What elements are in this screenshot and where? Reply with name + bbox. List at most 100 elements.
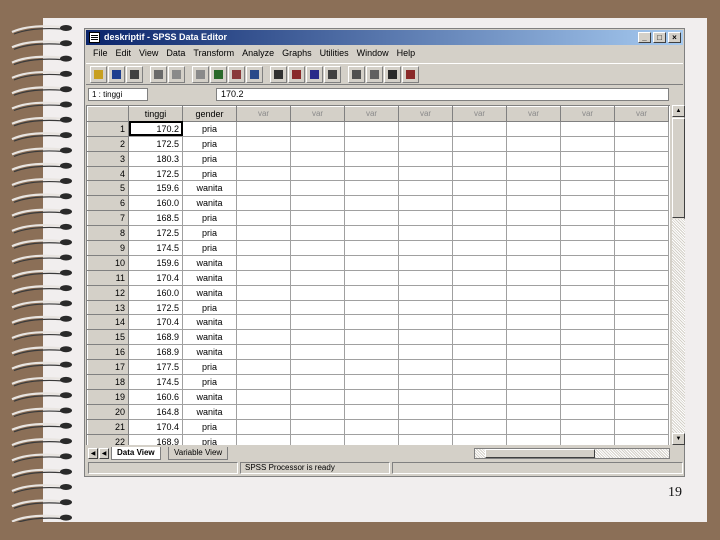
split-file-button[interactable] [324, 65, 341, 83]
cell-empty[interactable] [506, 135, 561, 152]
cell-tinggi[interactable]: 170.4 [128, 314, 183, 331]
cell-empty[interactable] [560, 240, 615, 256]
cell-empty[interactable] [506, 433, 561, 445]
column-header-var[interactable]: var [236, 106, 291, 122]
cell-empty[interactable] [236, 403, 291, 420]
cell-empty[interactable] [290, 240, 345, 256]
cell-empty[interactable] [506, 120, 561, 137]
cell-empty[interactable] [506, 388, 561, 405]
menu-data[interactable]: Data [162, 46, 189, 61]
row-number[interactable]: 9 [87, 240, 129, 256]
cell-tinggi[interactable]: 174.5 [128, 374, 183, 390]
cell-empty[interactable] [344, 314, 399, 331]
cell-empty[interactable] [236, 240, 291, 256]
cell-empty[interactable] [398, 329, 453, 346]
cell-empty[interactable] [398, 165, 453, 182]
cell-tinggi[interactable]: 159.6 [128, 180, 183, 197]
cell-empty[interactable] [398, 388, 453, 405]
cell-empty[interactable] [452, 403, 507, 420]
menu-help[interactable]: Help [393, 46, 420, 61]
cell-empty[interactable] [290, 120, 345, 137]
cell-empty[interactable] [506, 344, 561, 361]
cell-empty[interactable] [398, 418, 453, 435]
cell-gender[interactable]: pria [182, 240, 237, 256]
cell-empty[interactable] [506, 403, 561, 420]
cell-tinggi[interactable]: 180.3 [128, 150, 183, 167]
cell-gender[interactable]: pria [182, 210, 237, 227]
cell-gender[interactable]: pria [182, 150, 237, 167]
column-header-var[interactable]: var [560, 106, 615, 122]
cell-empty[interactable] [560, 344, 615, 361]
cell-gender[interactable]: pria [182, 299, 237, 316]
cell-gender[interactable]: wanita [182, 344, 237, 361]
cell-value-input[interactable]: 170.2 [216, 88, 669, 101]
cell-empty[interactable] [452, 195, 507, 212]
cell-tinggi[interactable]: 160.6 [128, 388, 183, 405]
cell-empty[interactable] [506, 254, 561, 271]
cell-empty[interactable] [290, 359, 345, 376]
cell-empty[interactable] [344, 210, 399, 227]
cell-empty[interactable] [290, 254, 345, 271]
cell-empty[interactable] [290, 180, 345, 197]
cell-empty[interactable] [344, 195, 399, 212]
cell-empty[interactable] [290, 269, 345, 286]
cell-empty[interactable] [506, 374, 561, 390]
cell-empty[interactable] [452, 269, 507, 286]
cell-empty[interactable] [506, 180, 561, 197]
cell-tinggi[interactable]: 164.8 [128, 403, 183, 420]
cell-gender[interactable]: wanita [182, 388, 237, 405]
cell-empty[interactable] [398, 135, 453, 152]
cell-empty[interactable] [290, 210, 345, 227]
cell-empty[interactable] [236, 165, 291, 182]
cell-empty[interactable] [452, 299, 507, 316]
cell-gender[interactable]: wanita [182, 195, 237, 212]
cell-empty[interactable] [290, 150, 345, 167]
cell-empty[interactable] [452, 165, 507, 182]
cell-empty[interactable] [236, 284, 291, 301]
cell-empty[interactable] [236, 374, 291, 390]
cell-empty[interactable] [560, 329, 615, 346]
cell-tinggi[interactable]: 168.9 [128, 329, 183, 346]
cell-tinggi[interactable]: 160.0 [128, 284, 183, 301]
cell-empty[interactable] [452, 433, 507, 445]
row-number[interactable]: 19 [87, 388, 129, 405]
cell-empty[interactable] [398, 299, 453, 316]
print-button[interactable] [126, 65, 143, 83]
cell-tinggi[interactable]: 168.5 [128, 210, 183, 227]
find-button[interactable] [270, 65, 287, 83]
cell-gender[interactable]: wanita [182, 403, 237, 420]
row-number[interactable]: 3 [87, 150, 129, 167]
row-number[interactable]: 12 [87, 284, 129, 301]
cell-tinggi[interactable]: 168.9 [128, 344, 183, 361]
cell-empty[interactable] [560, 120, 615, 137]
cell-empty[interactable] [560, 254, 615, 271]
insert-case-button[interactable] [288, 65, 305, 83]
row-number[interactable]: 7 [87, 210, 129, 227]
cell-empty[interactable] [344, 240, 399, 256]
cell-empty[interactable] [344, 135, 399, 152]
cell-empty[interactable] [236, 299, 291, 316]
cell-empty[interactable] [560, 433, 615, 445]
dialog-recall-button[interactable] [150, 65, 167, 83]
cell-gender[interactable]: pria [182, 165, 237, 182]
horizontal-scroll-thumb[interactable] [485, 449, 595, 458]
column-header-var[interactable]: var [506, 106, 561, 122]
cell-empty[interactable] [560, 359, 615, 376]
cell-empty[interactable] [506, 150, 561, 167]
cell-empty[interactable] [290, 225, 345, 242]
cell-empty[interactable] [452, 180, 507, 197]
cell-empty[interactable] [290, 299, 345, 316]
menu-analyze[interactable]: Analyze [238, 46, 278, 61]
menu-window[interactable]: Window [353, 46, 393, 61]
horizontal-scrollbar[interactable] [474, 448, 670, 459]
cell-empty[interactable] [506, 329, 561, 346]
cell-empty[interactable] [506, 299, 561, 316]
cell-tinggi[interactable]: 170.4 [128, 418, 183, 435]
cell-empty[interactable] [614, 254, 669, 271]
cell-empty[interactable] [236, 195, 291, 212]
cell-empty[interactable] [236, 150, 291, 167]
row-number[interactable]: 1 [87, 120, 129, 137]
tab-prev-arrow-icon[interactable]: ◀ [99, 448, 109, 459]
row-number[interactable]: 16 [87, 344, 129, 361]
row-number[interactable]: 4 [87, 165, 129, 182]
